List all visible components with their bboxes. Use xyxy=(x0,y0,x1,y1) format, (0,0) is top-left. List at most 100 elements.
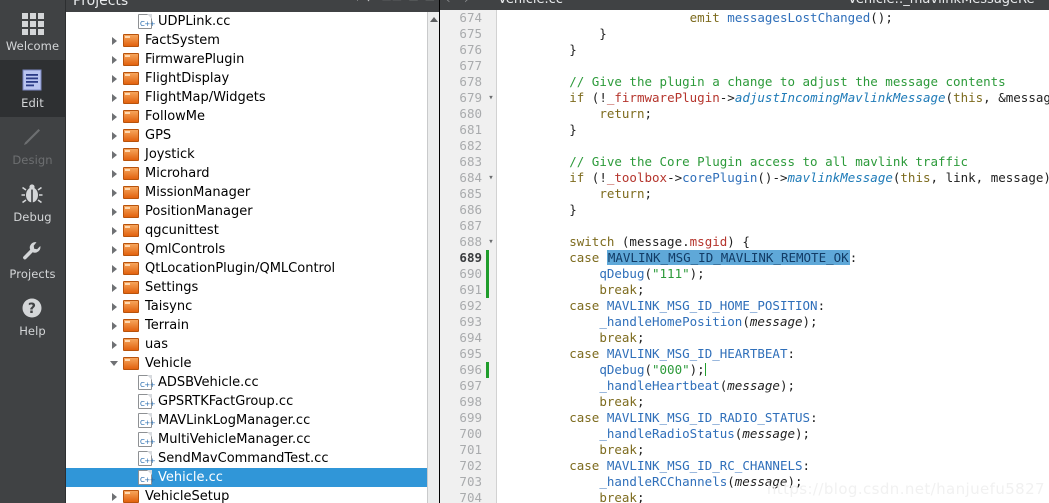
chevron-right-icon[interactable] xyxy=(110,55,119,64)
tree-file-row[interactable]: C++ Vehicle.cc xyxy=(66,468,427,487)
mode-button-debug[interactable]: Debug xyxy=(0,174,65,231)
split-icon[interactable]: ▬▬ xyxy=(381,0,402,4)
chevron-right-icon[interactable] xyxy=(110,245,119,254)
tree-folder-row[interactable]: qgcunittest xyxy=(66,221,427,240)
code-line[interactable]: 690 qDebug("111"); xyxy=(440,266,1049,282)
code-line[interactable]: 693 _handleHomePosition(message); xyxy=(440,314,1049,330)
code-line[interactable]: 695 case MAVLINK_MSG_ID_HEARTBEAT: xyxy=(440,346,1049,362)
chevron-right-icon[interactable] xyxy=(110,112,119,121)
code-line[interactable]: 684 ▾ if (!_toolbox->corePlugin()->mavlin… xyxy=(440,170,1049,186)
chevron-right-icon[interactable] xyxy=(110,150,119,159)
code-line[interactable]: 689 case MAVLINK_MSG_ID_MAVLINK_REMOTE_O… xyxy=(440,250,1049,266)
code-line[interactable]: 676 } xyxy=(440,42,1049,58)
code-line[interactable]: 699 case MAVLINK_MSG_ID_RADIO_STATUS: xyxy=(440,410,1049,426)
code-line[interactable]: 704 break; xyxy=(440,490,1049,503)
tree-folder-row[interactable]: Microhard xyxy=(66,164,427,183)
code-lines[interactable]: 674 emit messagesLostChanged(); 675 } 676 … xyxy=(440,10,1049,503)
chevron-right-icon[interactable] xyxy=(110,74,119,83)
close-split-icon[interactable]: ▭ xyxy=(425,0,435,4)
tree-folder-row[interactable]: VehicleSetup xyxy=(66,487,427,503)
code-line[interactable]: 691 break; xyxy=(440,282,1049,298)
tree-folder-row[interactable]: FlightDisplay xyxy=(66,69,427,88)
fold-toggle-icon[interactable]: ▾ xyxy=(486,90,496,106)
editor-symbol-tab[interactable]: Vehicle::_mavlinkMessageRe xyxy=(848,0,1035,7)
filter-icon[interactable]: ▾ xyxy=(355,0,361,4)
chevron-right-icon[interactable] xyxy=(110,226,119,235)
code-line[interactable]: 694 break; xyxy=(440,330,1049,346)
code-line[interactable]: 692 case MAVLINK_MSG_ID_HOME_POSITION: xyxy=(440,298,1049,314)
fold-toggle-icon[interactable]: ▾ xyxy=(486,170,496,186)
code-line[interactable]: 674 emit messagesLostChanged(); xyxy=(440,10,1049,26)
code-line[interactable]: 698 break; xyxy=(440,394,1049,410)
code-line[interactable]: 700 _handleRadioStatus(message); xyxy=(440,426,1049,442)
tree-file-row[interactable]: C++ UDPLink.cc xyxy=(66,12,427,31)
nav-back-icon[interactable]: ‹ xyxy=(446,0,450,6)
tree-vertical-scrollbar[interactable] xyxy=(427,12,439,503)
tree-folder-row[interactable]: FollowMe xyxy=(66,107,427,126)
editor-file-tab[interactable]: Vehicle.cc xyxy=(498,0,563,7)
tree-folder-row[interactable]: PositionManager xyxy=(66,202,427,221)
code-area[interactable]: 674 emit messagesLostChanged(); 675 } 676 … xyxy=(440,10,1049,503)
code-line[interactable]: 683 // Give the Core Plugin access to al… xyxy=(440,154,1049,170)
scroll-up-arrow-icon[interactable] xyxy=(429,14,439,23)
tree-folder-row[interactable]: Taisync xyxy=(66,297,427,316)
chevron-right-icon[interactable] xyxy=(110,131,119,140)
tree-folder-row[interactable]: uas xyxy=(66,335,427,354)
chevron-right-icon[interactable] xyxy=(110,283,119,292)
chevron-right-icon[interactable] xyxy=(110,492,119,501)
tree-folder-row[interactable]: Settings xyxy=(66,278,427,297)
chevron-right-icon[interactable] xyxy=(110,93,119,102)
sync-icon[interactable]: ⇄ xyxy=(366,0,375,4)
tree-file-row[interactable]: C++ ADSBVehicle.cc xyxy=(66,373,427,392)
chevron-right-icon[interactable] xyxy=(110,169,119,178)
tree-folder-row[interactable]: GPS xyxy=(66,126,427,145)
chevron-right-icon[interactable] xyxy=(110,302,119,311)
tree-folder-row[interactable]: QtLocationPlugin/QMLControl xyxy=(66,259,427,278)
code-line[interactable]: 688 ▾ switch (message.msgid) { xyxy=(440,234,1049,250)
code-line[interactable]: 677 xyxy=(440,58,1049,74)
tree-folder-row[interactable]: FactSystem xyxy=(66,31,427,50)
code-line[interactable]: 696 qDebug("000"); xyxy=(440,362,1049,378)
tree-folder-row[interactable]: FirmwarePlugin xyxy=(66,50,427,69)
code-line[interactable]: 675 } xyxy=(440,26,1049,42)
code-line[interactable]: 702 case MAVLINK_MSG_ID_RC_CHANNELS: xyxy=(440,458,1049,474)
code-line[interactable]: 678 // Give the plugin a change to adjus… xyxy=(440,74,1049,90)
code-line[interactable]: 701 break; xyxy=(440,442,1049,458)
mode-button-welcome[interactable]: Welcome xyxy=(0,3,65,60)
chevron-right-icon[interactable] xyxy=(110,264,119,273)
code-line[interactable]: 687 xyxy=(440,218,1049,234)
mode-button-help[interactable]: ? Help xyxy=(0,288,65,345)
mode-button-edit[interactable]: Edit xyxy=(0,60,65,117)
code-line[interactable]: 686 } xyxy=(440,202,1049,218)
fold-toggle-icon[interactable]: ▾ xyxy=(486,234,496,250)
chevron-right-icon[interactable] xyxy=(110,207,119,216)
tree-folder-row[interactable]: Vehicle xyxy=(66,354,427,373)
mode-button-projects[interactable]: Projects xyxy=(0,231,65,288)
tree-item-label: UDPLink.cc xyxy=(158,14,231,29)
code-line[interactable]: 679 ▾ if (!_firmwarePlugin->adjustIncomin… xyxy=(440,90,1049,106)
tree-folder-row[interactable]: QmlControls xyxy=(66,240,427,259)
chevron-right-icon[interactable] xyxy=(110,188,119,197)
chevron-right-icon[interactable] xyxy=(110,36,119,45)
tree-folder-row[interactable]: Joystick xyxy=(66,145,427,164)
code-line[interactable]: 680 return; xyxy=(440,106,1049,122)
code-line[interactable]: 703 _handleRCChannels(message); xyxy=(440,474,1049,490)
tree-folder-row[interactable]: Terrain xyxy=(66,316,427,335)
chevron-down-icon[interactable] xyxy=(110,359,119,368)
tree-file-row[interactable]: C++ MultiVehicleManager.cc xyxy=(66,430,427,449)
tree-file-row[interactable]: C++ GPSRTKFactGroup.cc xyxy=(66,392,427,411)
tree-folder-row[interactable]: FlightMap/Widgets xyxy=(66,88,427,107)
chevron-right-icon[interactable] xyxy=(110,321,119,330)
split-horizontal-icon[interactable]: ▭ xyxy=(408,0,418,4)
code-line[interactable]: 682 xyxy=(440,138,1049,154)
code-line[interactable]: 697 _handleHeartbeat(message); xyxy=(440,378,1049,394)
tree-file-row[interactable]: C++ SendMavCommandTest.cc xyxy=(66,449,427,468)
nav-forward-icon[interactable]: › xyxy=(464,0,468,6)
chevron-right-icon[interactable] xyxy=(110,340,119,349)
code-line[interactable]: 681 } xyxy=(440,122,1049,138)
project-file-tree[interactable]: C++ UDPLink.cc FactSystem FirmwarePlugin Fli… xyxy=(66,12,427,503)
tree-file-row[interactable]: C++ MAVLinkLogManager.cc xyxy=(66,411,427,430)
tree-folder-row[interactable]: MissionManager xyxy=(66,183,427,202)
code-line[interactable]: 685 return; xyxy=(440,186,1049,202)
